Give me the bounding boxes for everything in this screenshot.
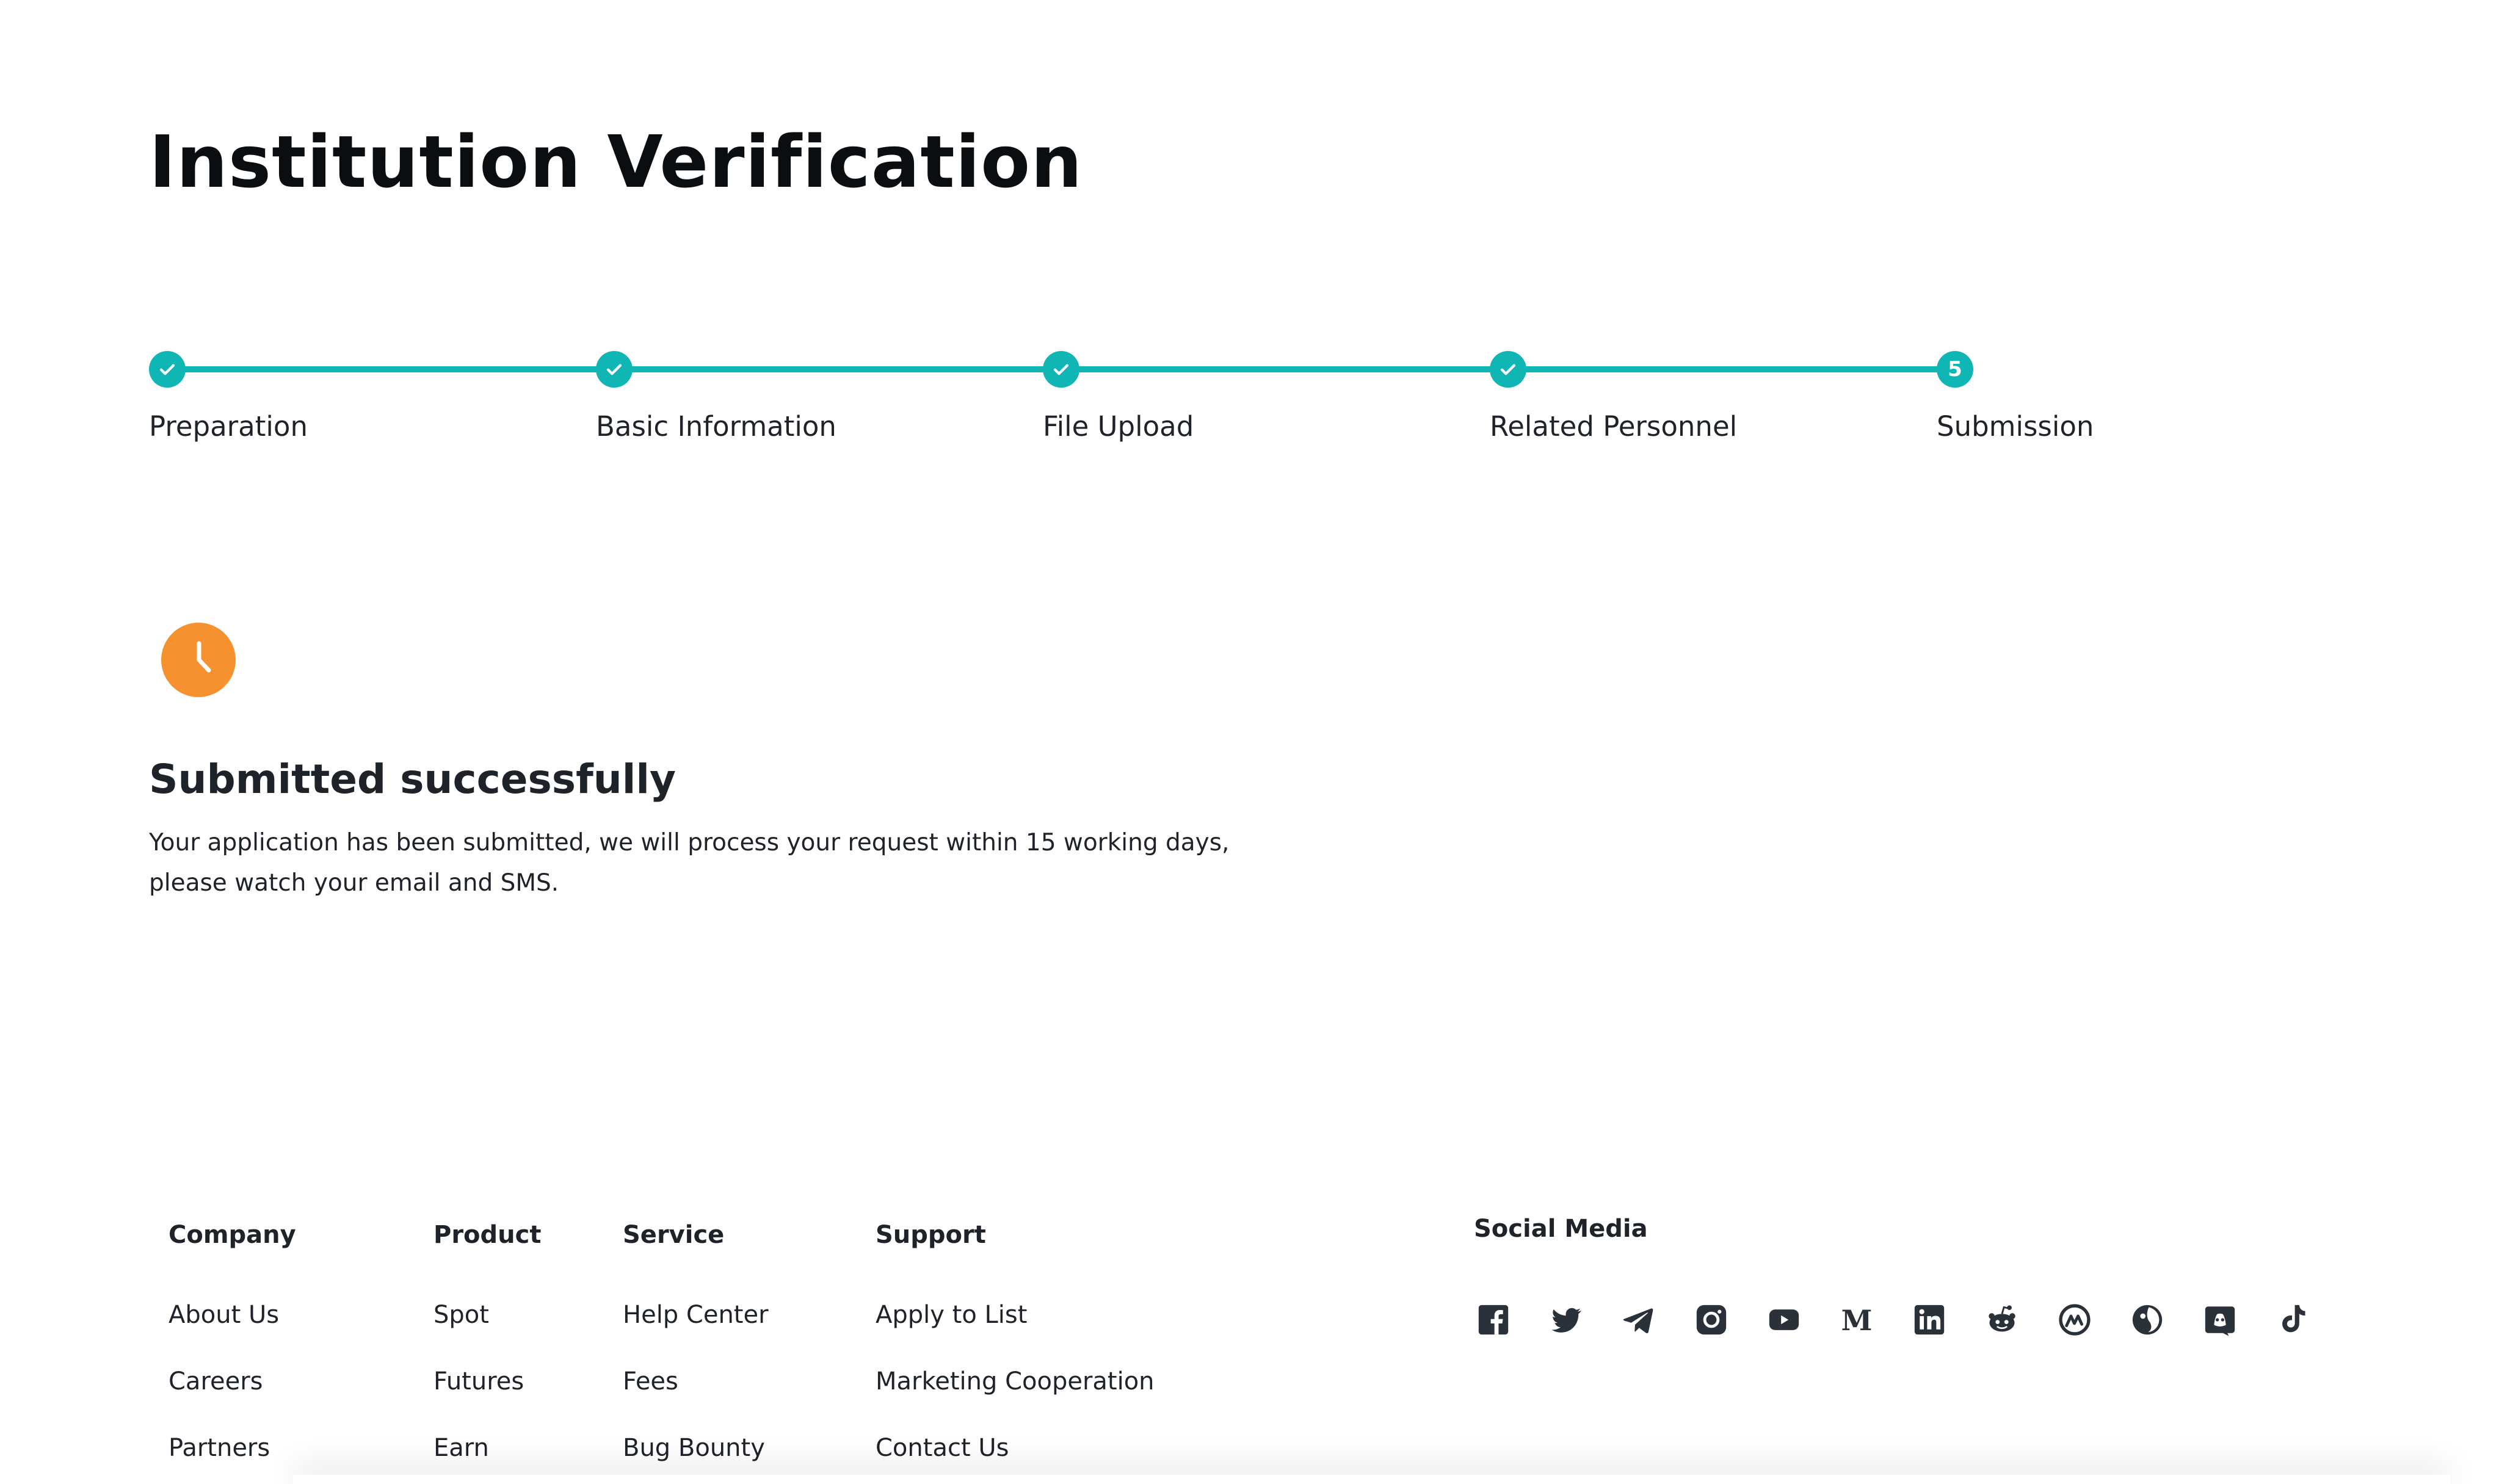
svg-text:M: M bbox=[1841, 1304, 1873, 1337]
footer-heading: Product bbox=[433, 1221, 542, 1249]
social-media-links: M bbox=[1474, 1300, 2346, 1339]
footer-heading: Company bbox=[169, 1221, 296, 1249]
linkedin-icon[interactable] bbox=[1910, 1300, 1949, 1339]
social-media-heading: Social Media bbox=[1474, 1215, 1648, 1243]
footer-link-fees[interactable]: Fees bbox=[623, 1348, 769, 1415]
step-2-done-icon bbox=[596, 351, 633, 388]
result-title: Submitted successfully bbox=[149, 756, 676, 803]
footer-link-partners[interactable]: Partners bbox=[169, 1415, 296, 1482]
instagram-icon[interactable] bbox=[1692, 1300, 1731, 1339]
footer-column-service: Service Help Center Fees Bug Bounty bbox=[623, 1221, 769, 1482]
reddit-icon[interactable] bbox=[1982, 1300, 2022, 1339]
footer-heading: Service bbox=[623, 1221, 725, 1249]
footer-link-apply-to-list[interactable]: Apply to List bbox=[876, 1282, 1155, 1348]
result-description: Your application has been submitted, we … bbox=[149, 829, 1230, 897]
bottom-overlay-shadow bbox=[293, 1475, 2450, 1484]
coinmarketcap-icon[interactable] bbox=[2055, 1300, 2094, 1339]
footer-link-earn[interactable]: Earn bbox=[433, 1415, 541, 1482]
step-label-file-upload: File Upload bbox=[1043, 410, 1194, 443]
footer-link-futures[interactable]: Futures bbox=[433, 1348, 541, 1415]
footer-link-contact-us[interactable]: Contact Us bbox=[876, 1415, 1155, 1482]
footer-link-marketing-cooperation[interactable]: Marketing Cooperation bbox=[876, 1348, 1155, 1415]
footer-heading: Support bbox=[876, 1221, 986, 1249]
medium-icon[interactable]: M bbox=[1837, 1300, 1876, 1339]
footer-column-company: Company About Us Careers Partners bbox=[169, 1221, 296, 1482]
footer-column-support: Support Apply to List Marketing Cooperat… bbox=[876, 1221, 1155, 1482]
coingecko-icon[interactable] bbox=[2128, 1300, 2167, 1339]
twitter-icon[interactable] bbox=[1547, 1300, 1586, 1339]
step-label-related-personnel: Related Personnel bbox=[1490, 410, 1738, 443]
tiktok-icon[interactable] bbox=[2273, 1300, 2312, 1339]
footer-link-spot[interactable]: Spot bbox=[433, 1282, 541, 1348]
step-3-done-icon bbox=[1043, 351, 1079, 388]
footer-link-about-us[interactable]: About Us bbox=[169, 1282, 296, 1348]
step-4-done-icon bbox=[1490, 351, 1526, 388]
footer-link-bug-bounty[interactable]: Bug Bounty bbox=[623, 1415, 769, 1482]
telegram-icon[interactable] bbox=[1619, 1300, 1658, 1339]
footer-link-careers[interactable]: Careers bbox=[169, 1348, 296, 1415]
footer-column-product: Product Spot Futures Earn bbox=[433, 1221, 541, 1482]
step-5-current-badge: 5 bbox=[1937, 351, 1973, 388]
facebook-icon[interactable] bbox=[1474, 1300, 1513, 1339]
step-label-basic-information: Basic Information bbox=[596, 410, 836, 443]
youtube-icon[interactable] bbox=[1765, 1300, 1804, 1339]
footer-link-help-center[interactable]: Help Center bbox=[623, 1282, 769, 1348]
discord-icon[interactable] bbox=[2200, 1300, 2240, 1339]
progress-stepper: 5 Preparation Basic Information File Upl… bbox=[0, 0, 2499, 488]
step-label-submission: Submission bbox=[1937, 410, 2094, 443]
clock-icon bbox=[161, 623, 236, 697]
step-1-done-icon bbox=[149, 351, 186, 388]
step-label-preparation: Preparation bbox=[149, 410, 308, 443]
